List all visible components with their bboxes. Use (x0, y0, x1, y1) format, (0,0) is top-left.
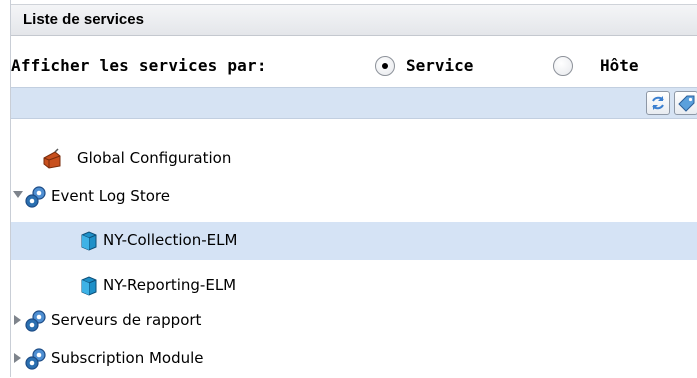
tag-icon (678, 95, 695, 112)
radio-host[interactable] (553, 56, 573, 76)
expand-toggle-icon[interactable] (13, 191, 23, 198)
tree-item-label: Event Log Store (51, 187, 170, 205)
radio-service[interactable] (375, 56, 395, 76)
expand-toggle-icon[interactable] (14, 315, 21, 325)
tree-item-label: Global Configuration (77, 149, 232, 167)
tree-item-label: NY-Reporting-ELM (103, 276, 237, 294)
refresh-icon (652, 96, 664, 110)
service-group-icon (25, 348, 46, 370)
display-by-filter: Afficher les services par: Service Hôte (11, 47, 697, 87)
radio-selected-dot (382, 63, 388, 69)
tree-item-ny-reporting-elm[interactable]: NY-Reporting-ELM (11, 267, 697, 305)
service-group-icon (25, 310, 46, 332)
services-panel: Liste de services Afficher les services … (10, 0, 697, 377)
expand-toggle-icon[interactable] (14, 353, 21, 363)
tree-item-label: NY-Collection-ELM (103, 231, 238, 249)
host-icon (81, 231, 97, 251)
tree-toolbar (11, 87, 697, 119)
service-group-icon (25, 186, 46, 208)
panel-title-bar: Liste de services (11, 4, 697, 36)
tree-item-label: Subscription Module (51, 349, 204, 367)
tag-button[interactable] (674, 91, 697, 115)
configuration-icon (43, 148, 61, 169)
tree-item-global-configuration[interactable]: Global Configuration (11, 140, 697, 178)
radio-service-label[interactable]: Service (406, 56, 473, 75)
tree-item-ny-collection-elm[interactable]: NY-Collection-ELM (11, 222, 697, 260)
tree-item-subscription-module[interactable]: Subscription Module (11, 340, 697, 378)
refresh-button[interactable] (646, 91, 670, 115)
panel-title: Liste de services (23, 11, 144, 28)
radio-host-label[interactable]: Hôte (600, 56, 639, 75)
host-icon (81, 276, 97, 296)
tree-item-event-log-store[interactable]: Event Log Store (11, 178, 697, 216)
tree-item-label: Serveurs de rapport (51, 311, 202, 329)
tree-item-serveurs-de-rapport[interactable]: Serveurs de rapport (11, 302, 697, 340)
display-by-label: Afficher les services par: (11, 56, 267, 75)
